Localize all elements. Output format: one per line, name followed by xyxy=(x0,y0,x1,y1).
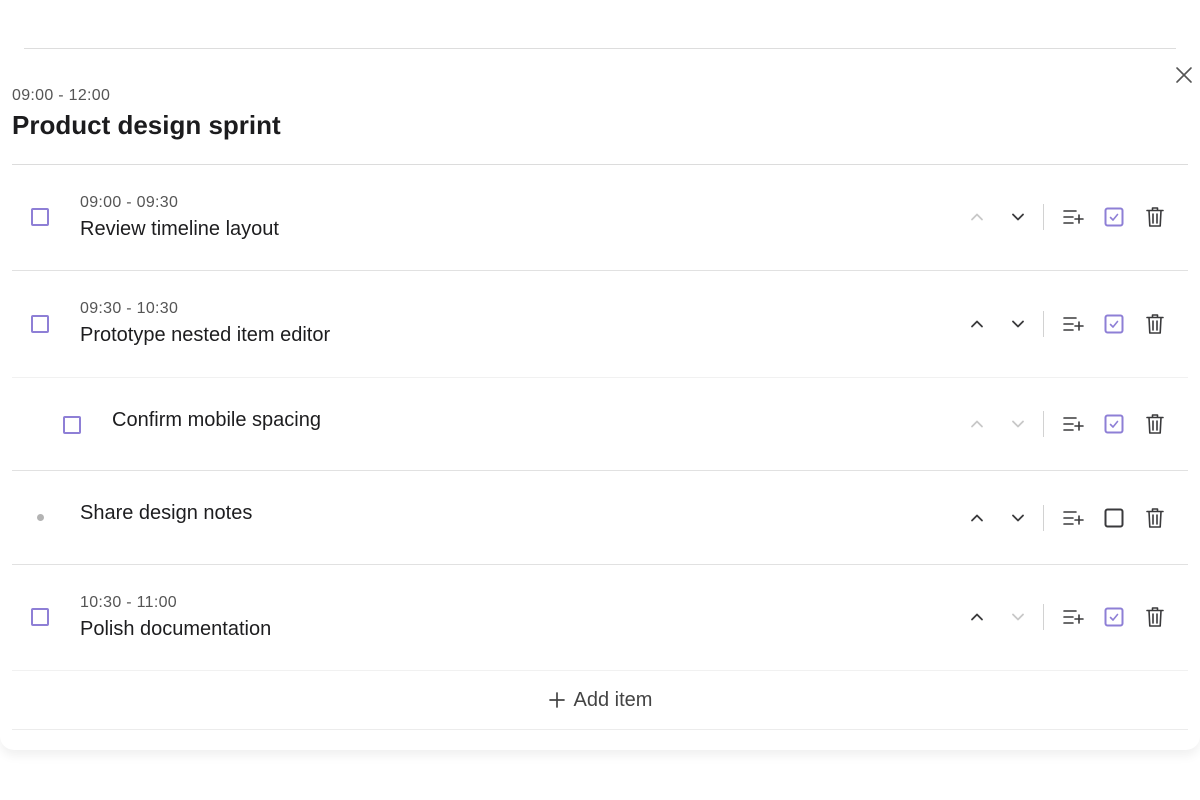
chevron-down-icon xyxy=(1012,213,1024,221)
delete-button[interactable] xyxy=(1141,202,1169,232)
item-actions xyxy=(963,602,1173,632)
chevron-up-icon xyxy=(971,613,983,621)
move-up-button[interactable] xyxy=(963,503,991,533)
list-item: 09:30 - 10:30 Prototype nested item edit… xyxy=(12,271,1188,378)
add-subitem-icon xyxy=(1063,511,1084,525)
actions-divider xyxy=(1043,204,1044,230)
move-down-button[interactable] xyxy=(1004,602,1032,632)
item-time: 10:30 - 11:00 xyxy=(80,594,178,611)
trash-icon xyxy=(1146,414,1164,434)
item-label: Polish documentation xyxy=(80,618,272,640)
move-up-button[interactable] xyxy=(963,202,991,232)
move-up-button[interactable] xyxy=(963,409,991,439)
chevron-up-icon xyxy=(971,320,983,328)
chevron-down-icon xyxy=(1012,420,1024,428)
delete-button[interactable] xyxy=(1141,602,1169,632)
actions-divider xyxy=(1043,411,1044,437)
list-item: 10:30 - 11:00 Polish documentation xyxy=(12,565,1188,671)
move-up-button[interactable] xyxy=(963,309,991,339)
top-divider xyxy=(24,48,1176,49)
delete-button[interactable] xyxy=(1141,309,1169,339)
task-toggle-button[interactable] xyxy=(1100,503,1128,533)
item-label: Review timeline layout xyxy=(80,218,279,240)
trash-icon xyxy=(1146,314,1164,334)
add-subitem-button[interactable] xyxy=(1059,503,1087,533)
item-time: 09:30 - 10:30 xyxy=(80,300,179,317)
item-actions xyxy=(963,409,1173,439)
trash-icon xyxy=(1146,607,1164,627)
trash-icon xyxy=(1146,207,1164,227)
chevron-up-icon xyxy=(971,213,983,221)
add-subitem-icon xyxy=(1063,417,1084,431)
close-icon xyxy=(1176,67,1192,83)
actions-divider xyxy=(1043,604,1044,630)
delete-button[interactable] xyxy=(1141,409,1169,439)
checkbox-empty-icon xyxy=(1104,508,1124,528)
close-button[interactable] xyxy=(1172,63,1196,87)
checkbox-toggle-icon xyxy=(1104,414,1124,434)
checkbox-toggle-icon xyxy=(1104,314,1124,334)
item-actions xyxy=(963,503,1173,533)
item-time: 09:00 - 09:30 xyxy=(80,194,179,211)
actions-divider xyxy=(1043,505,1044,531)
item-checkbox[interactable] xyxy=(31,315,49,333)
chevron-up-icon xyxy=(971,514,983,522)
item-label: Confirm mobile spacing xyxy=(112,409,321,431)
block-title: Product design sprint xyxy=(12,110,281,140)
add-subitem-button[interactable] xyxy=(1059,309,1087,339)
move-down-button[interactable] xyxy=(1004,409,1032,439)
item-label: Prototype nested item editor xyxy=(80,324,331,346)
item-checkbox[interactable] xyxy=(63,416,81,434)
task-toggle-button[interactable] xyxy=(1100,202,1128,232)
chevron-down-icon xyxy=(1012,514,1024,522)
add-subitem-icon xyxy=(1063,210,1084,224)
chevron-up-icon xyxy=(971,420,983,428)
item-actions xyxy=(963,202,1173,232)
checkbox-toggle-icon xyxy=(1104,207,1124,227)
add-subitem-icon xyxy=(1063,317,1084,331)
checkbox-toggle-icon xyxy=(1104,607,1124,627)
item-label: Share design notes xyxy=(80,502,253,524)
chevron-down-icon xyxy=(1012,613,1024,621)
move-down-button[interactable] xyxy=(1004,503,1032,533)
chevron-down-icon xyxy=(1012,320,1024,328)
move-down-button[interactable] xyxy=(1004,202,1032,232)
block-time-range: 09:00 - 12:00 xyxy=(12,87,111,104)
add-subitem-button[interactable] xyxy=(1059,602,1087,632)
add-item-label: Add item xyxy=(573,688,653,711)
move-up-button[interactable] xyxy=(963,602,991,632)
note-bullet xyxy=(37,514,44,521)
footer-divider xyxy=(12,729,1188,730)
actions-divider xyxy=(1043,311,1044,337)
move-down-button[interactable] xyxy=(1004,309,1032,339)
delete-button[interactable] xyxy=(1141,503,1169,533)
list-item: 09:00 - 09:30 Review timeline layout xyxy=(12,165,1188,271)
item-checkbox[interactable] xyxy=(31,608,49,626)
item-editor-panel: 09:00 - 12:00 Product design sprint 09:0… xyxy=(0,0,1200,750)
task-toggle-button[interactable] xyxy=(1100,309,1128,339)
item-checkbox[interactable] xyxy=(31,208,49,226)
list-item-nested: Confirm mobile spacing xyxy=(12,378,1188,471)
item-actions xyxy=(963,309,1173,339)
plus-icon xyxy=(548,692,565,708)
add-subitem-icon xyxy=(1063,610,1084,624)
add-subitem-button[interactable] xyxy=(1059,409,1087,439)
task-toggle-button[interactable] xyxy=(1100,409,1128,439)
add-subitem-button[interactable] xyxy=(1059,202,1087,232)
task-toggle-button[interactable] xyxy=(1100,602,1128,632)
add-item-button[interactable]: Add item xyxy=(12,671,1188,729)
list-item: Share design notes xyxy=(12,471,1188,565)
trash-icon xyxy=(1146,508,1164,528)
